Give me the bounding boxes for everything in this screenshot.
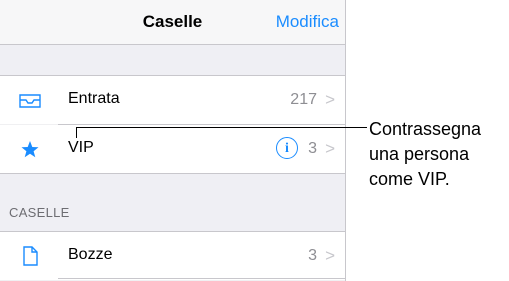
callout-leader-line xyxy=(76,127,367,138)
callout-annotation: Contrassegna una persona come VIP. xyxy=(369,117,481,192)
row-separator xyxy=(58,278,345,279)
chevron-right-icon: > xyxy=(325,90,335,109)
callout-line-1: Contrassegna xyxy=(369,119,482,139)
mail-mailboxes-screen: Caselle Modifica Entrata 217 > VIP i 3 >… xyxy=(0,0,346,281)
folder-label: Bozze xyxy=(68,246,113,263)
navigation-bar: Caselle Modifica xyxy=(0,0,345,45)
item-count: 3 xyxy=(308,247,317,264)
section-header xyxy=(0,174,345,232)
mailbox-label: VIP xyxy=(68,139,94,156)
callout-line-2: una persona xyxy=(369,144,470,164)
unread-count: 3 xyxy=(308,140,317,157)
section-header-label: CASELLE xyxy=(9,205,70,220)
top-spacer xyxy=(0,45,345,76)
star-icon xyxy=(21,141,39,158)
chevron-right-icon: > xyxy=(325,246,335,265)
chevron-right-icon: > xyxy=(325,139,335,158)
callout-line-3: come VIP. xyxy=(369,169,450,189)
mailbox-row-inbox[interactable]: Entrata 217 > xyxy=(0,76,345,124)
document-icon xyxy=(23,246,38,266)
folder-row-drafts[interactable]: Bozze 3 > xyxy=(0,232,345,280)
info-icon[interactable]: i xyxy=(276,137,298,159)
edit-button[interactable]: Modifica xyxy=(276,12,339,32)
mailbox-label: Entrata xyxy=(68,90,120,107)
inbox-tray-icon xyxy=(19,94,41,108)
unread-count: 217 xyxy=(290,91,317,108)
